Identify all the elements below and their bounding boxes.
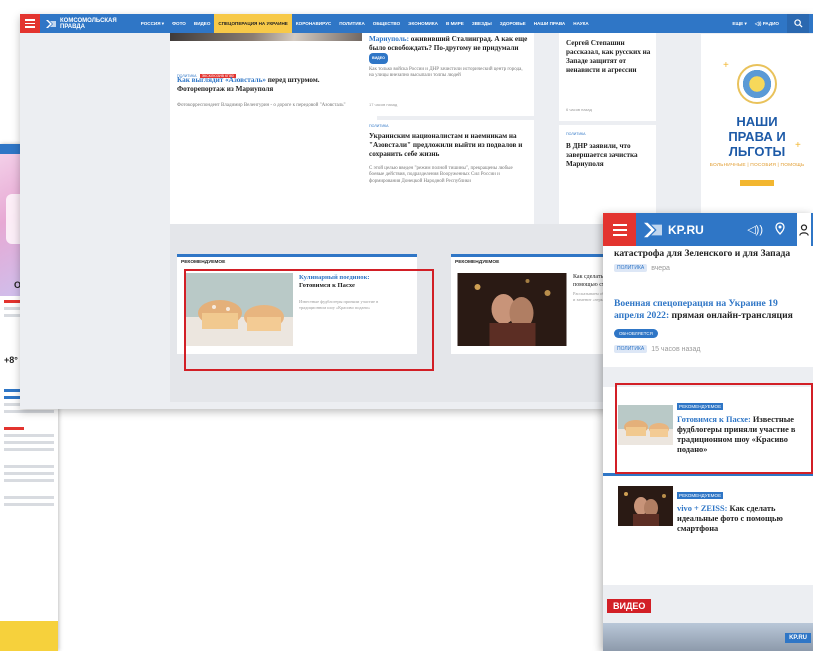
video-logo: KP.RU [785,633,811,643]
menu-icon[interactable] [603,213,636,246]
speaker-icon[interactable]: ◁)) [747,223,763,236]
mobile-video-section: ВИДЕО KP.RU [603,585,813,651]
ad-subtitle: БОЛЬНИЧНЫЕ | ПОСОБИЯ | ПОМОЩЬ [709,163,805,168]
nav-item-special-operation[interactable]: СПЕЦОПЕРАЦИЯ НА УКРАИНЕ [214,14,292,33]
mobile-news-time: 15 часов назад [651,345,701,353]
nav-item-rights[interactable]: НАШИ ПРАВА [530,14,570,33]
location-icon[interactable] [775,221,785,238]
news-card-azovstal-photo[interactable]: ПОЛИТИКА ЭКСКЛЮЗИВ КП80 Как выглядит «Азо… [170,33,377,239]
search-icon[interactable] [787,14,809,33]
rights-benefits-ad[interactable]: + + НАШИ ПРАВА И ЛЬГОТЫ БОЛЬНИЧНЫЕ | ПОС… [701,34,813,239]
nav-item-photo[interactable]: ФОТО [168,14,190,33]
mobile-logo[interactable]: KP.RU [642,221,704,239]
news-description: Фотокорреспондент Владимир Веленгурин - … [177,103,346,108]
promo-composite: ORUS +8° КОМСОМОЛЬСКАЯПРАВДА РОССИЯ ▾ ФО… [0,0,813,651]
news-title[interactable]: Украинским националистам и наемникам на … [369,132,534,159]
nav-item-politics[interactable]: ПОЛИТИКА [335,14,369,33]
menu-icon[interactable] [20,14,40,33]
news-photo [170,33,377,41]
video-section-label: ВИДЕО [607,599,652,613]
news-title[interactable]: В ДНР заявили, что завершается зачистка … [566,142,648,169]
mobile-header-icons: ◁)) [747,213,813,246]
nav-item-society[interactable]: ОБЩЕСТВО [369,14,404,33]
updating-badge: ОБНОВЛЯЕТСЯ [614,329,658,338]
top-navigation: КОМСОМОЛЬСКАЯ ПРАВДА РОССИЯ ▾ ФОТО ВИДЕО … [20,14,813,33]
ad-title: НАШИ ПРАВА И ЛЬГОТЫ [728,114,786,159]
news-card-stepashin[interactable]: Сергей Степашин рассказал, как русских н… [559,33,656,121]
mobile-news-time: вчера [651,264,670,272]
user-icon[interactable] [797,213,811,246]
nav-item-health[interactable]: ЗДОРОВЬЕ [496,14,530,33]
nav-item-video[interactable]: ВИДЕО [190,14,215,33]
news-time: 17 часов назад [369,102,398,107]
site-logo[interactable]: КОМСОМОЛЬСКАЯ ПРАВДА [45,18,117,30]
tag-politics[interactable]: ПОЛИТИКА [614,264,648,272]
news-description: Как только войска России и ДНР зачистили… [369,67,523,79]
emblem-icon [737,64,777,104]
news-title[interactable]: Как выглядит «Азовсталь» перед штурмом. … [177,76,367,94]
mobile-news-title[interactable]: катастрофа для Зеленского и для Запада [614,248,802,260]
nav-more[interactable]: ЕЩЕ ▾ [732,21,746,27]
nav-item-russia[interactable]: РОССИЯ ▾ [137,14,168,33]
news-description: С этой целью введен "режим полной тишины… [369,166,513,184]
news-title[interactable]: Сергей Степашин рассказал, как русских н… [566,39,654,75]
news-title[interactable]: Мариуполь: ожививший Сталинград. А как е… [369,35,534,64]
recommended-title: vivo + ZEISS: Как сделать идеальные фото… [677,504,783,533]
tag-politics[interactable]: ПОЛИТИКА [566,132,586,136]
recommended-tag: РЕКОМЕНДУЕМОЕ [677,492,724,499]
left-mobile-yellow-banner[interactable] [0,621,58,651]
highlight-outline-mobile [615,383,813,474]
highlight-outline-desktop [184,269,434,371]
mobile-news-title[interactable]: Военная спецоперация на Украине 19 апрел… [614,298,802,322]
nav-radio[interactable]: ◁)) РАДИО [755,21,779,27]
couple-photo-image [618,486,673,526]
nav-item-stars[interactable]: ЗВЕЗДЫ [468,14,496,33]
video-thumbnail[interactable] [603,623,813,651]
nav-item-economy[interactable]: ЭКОНОМИКА [404,14,442,33]
logo-mark-icon [46,19,56,28]
couple-photo-image [457,273,567,346]
news-card-azovstal-offer[interactable]: ПОЛИТИКА Украинским националистам и наем… [362,120,534,239]
mobile-recommended-vivo[interactable]: РЕКОМЕНДУЕМОЕ vivo + ZEISS: Как сделать … [603,473,813,563]
video-badge: ВИДЕО [369,53,388,64]
nav-items: РОССИЯ ▾ ФОТО ВИДЕО СПЕЦОПЕРАЦИЯ НА УКРА… [137,14,593,33]
radio-icon: ◁)) [754,20,762,26]
news-time: 6 часов назад [566,107,592,112]
logo-mark-icon [644,222,662,237]
nav-right: ЕЩЕ ▾ ◁)) РАДИО [732,14,813,33]
mobile-header: KP.RU ◁)) [603,213,813,246]
nav-item-coronavirus[interactable]: КОРОНАВИРУС [292,14,335,33]
recommended-label: РЕКОМЕНДУЕМОЕ [181,260,226,265]
tag-politics[interactable]: ПОЛИТИКА [369,124,389,128]
nav-item-science[interactable]: НАУКА [569,14,592,33]
news-card-mariupol[interactable]: Мариуполь: ожививший Сталинград. А как е… [362,33,534,116]
nav-item-world[interactable]: В МИРЕ [442,14,468,33]
tag-politics[interactable]: ПОЛИТИКА [614,345,648,353]
ad-button[interactable] [740,180,774,186]
